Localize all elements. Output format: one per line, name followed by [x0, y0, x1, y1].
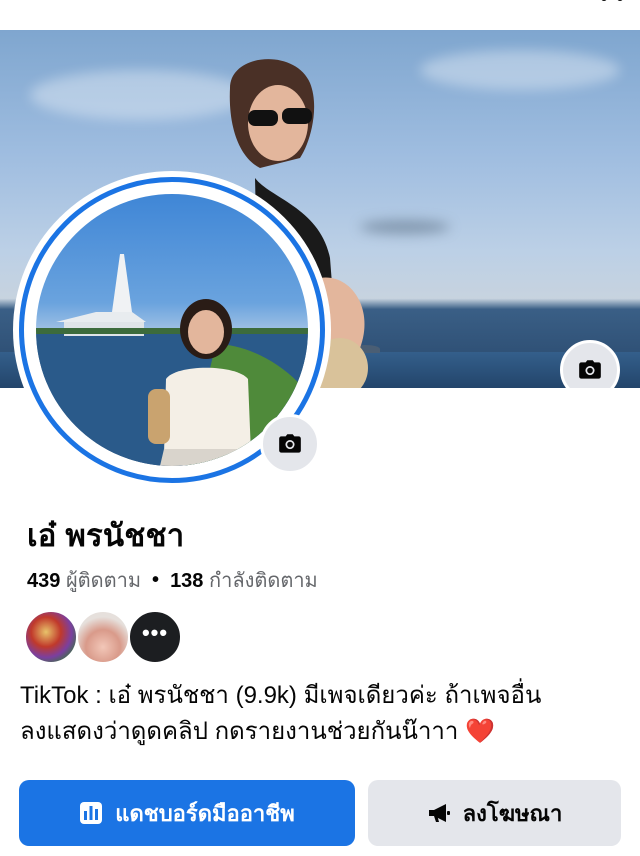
profile-bio: TikTok : เอ๋ พรนัชชา (9.9k) มีเพจเดียวค่…: [20, 678, 620, 750]
camera-icon: [279, 434, 301, 453]
following-count: 138: [170, 570, 204, 592]
advertise-button[interactable]: ลงโฆษณา: [368, 780, 621, 846]
more-friends-button[interactable]: •••: [128, 610, 182, 664]
professional-dashboard-button[interactable]: แดชบอร์ดมืออาชีพ: [19, 780, 355, 846]
friend-avatar[interactable]: [76, 610, 130, 664]
friend-avatar[interactable]: [24, 610, 78, 664]
advertise-label: ลงโฆษณา: [462, 800, 563, 826]
following-link[interactable]: 138 กำลังติดตาม: [170, 564, 318, 596]
camera-icon: [579, 360, 601, 379]
profile-name: เอ๋ พรนัชชา: [27, 518, 185, 553]
bar-chart-icon: [80, 802, 103, 824]
dashboard-label: แดชบอร์ดมืออาชีพ: [115, 800, 295, 826]
follow-stats: 439 ผู้ติดตาม • 138 กำลังติดตาม: [27, 564, 318, 596]
bio-line-2: ลงแสดงว่าดูดคลิป กดรายงานช่วยกันน๊าาา ❤️: [20, 714, 620, 750]
more-icon: •••: [141, 620, 169, 645]
followers-link[interactable]: 439 ผู้ติดตาม: [27, 564, 141, 596]
stats-separator: •: [152, 568, 160, 591]
cover-camera-button[interactable]: [560, 340, 620, 388]
followers-count: 439: [27, 570, 61, 592]
bio-line-1: TikTok : เอ๋ พรนัชชา (9.9k) มีเพจเดียวค่…: [20, 682, 542, 709]
menu-icon[interactable]: [600, 0, 624, 6]
profile-camera-button[interactable]: [260, 414, 320, 474]
bio-line-2-text: ลงแสดงว่าดูดคลิป กดรายงานช่วยกันน๊าาา: [20, 718, 459, 745]
heart-emoji: ❤️: [465, 718, 495, 745]
megaphone-icon: [428, 804, 450, 822]
following-label: กำลังติดตาม: [209, 570, 318, 592]
top-bar: [0, 0, 640, 30]
mutual-friends-row: •••: [24, 610, 182, 664]
followers-label: ผู้ติดตาม: [65, 570, 142, 592]
